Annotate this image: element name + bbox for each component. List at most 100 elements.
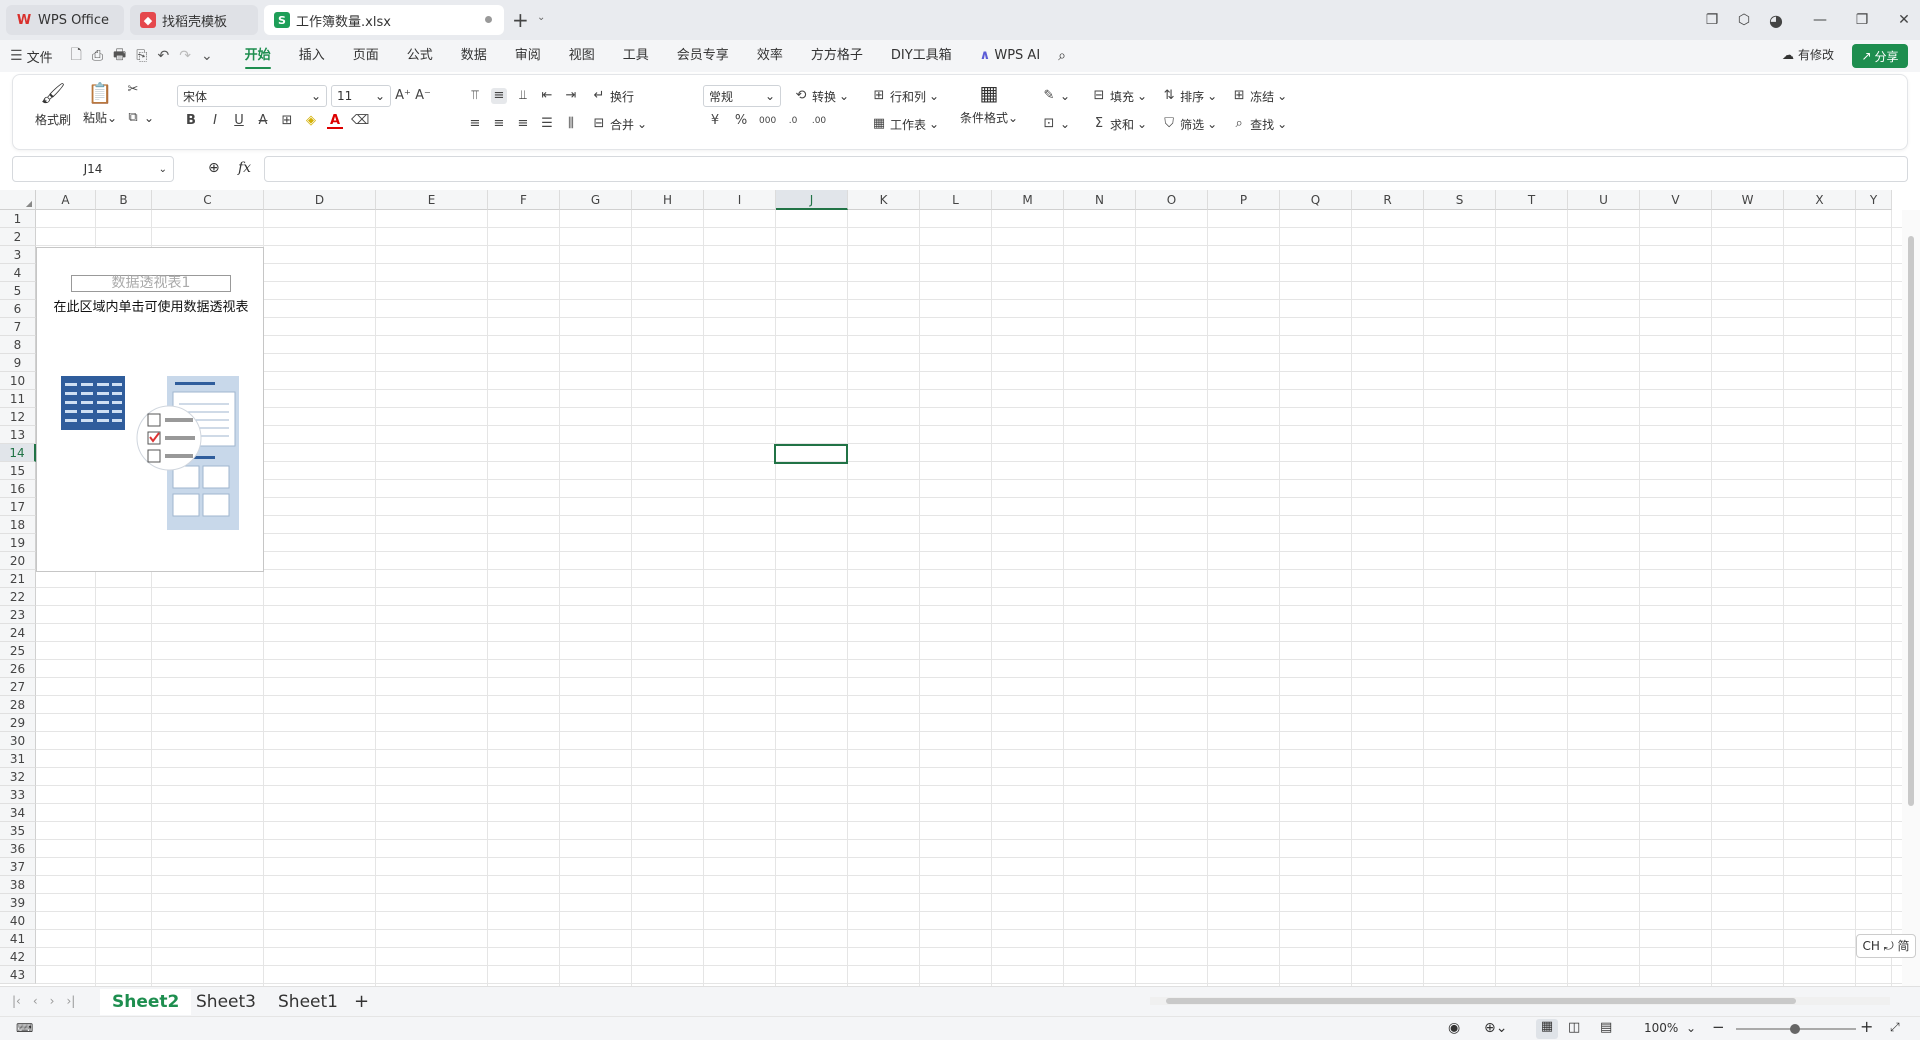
row-header-15[interactable]: 15 xyxy=(0,462,36,480)
zoom-in-icon[interactable]: + xyxy=(1860,1017,1873,1036)
cube-icon[interactable]: ⬡ xyxy=(1728,12,1760,28)
hamburger-icon[interactable]: ☰ xyxy=(10,48,23,64)
avatar[interactable]: ◕ xyxy=(1760,11,1792,30)
find-button[interactable]: ⌕ 查找 ⌄ xyxy=(1227,113,1291,135)
row-header-14[interactable]: 14 xyxy=(0,444,36,462)
row-header-33[interactable]: 33 xyxy=(0,786,36,804)
row-header-34[interactable]: 34 xyxy=(0,804,36,822)
column-header-e[interactable]: E xyxy=(376,190,488,210)
row-header-20[interactable]: 20 xyxy=(0,552,36,570)
spreadsheet-grid[interactable]: ◢ ABCDEFGHIJKLMNOPQRSTUVWXY 1 2 3 4 5 6 7 8 9 10 1… xyxy=(0,190,1920,986)
zoom-slider[interactable] xyxy=(1736,1024,1856,1034)
row-header-17[interactable]: 17 xyxy=(0,498,36,516)
tab-workbook[interactable]: S 工作簿数量.xlsx xyxy=(264,5,504,35)
column-header-a[interactable]: A xyxy=(36,190,96,210)
zoom-out-icon[interactable]: − xyxy=(1712,1018,1725,1036)
vertical-scroll-thumb[interactable] xyxy=(1908,236,1914,806)
tab-docer[interactable]: ◆ 找稻壳模板 xyxy=(130,5,258,35)
column-header-k[interactable]: K xyxy=(848,190,920,210)
cut-button[interactable]: ✂ xyxy=(121,79,145,101)
align-bottom-icon[interactable]: ⫫ xyxy=(515,88,531,104)
row-header-18[interactable]: 18 xyxy=(0,516,36,534)
underline-icon[interactable]: U xyxy=(231,113,247,129)
row-header-23[interactable]: 23 xyxy=(0,606,36,624)
fill-color-icon[interactable]: ◈ xyxy=(303,113,319,129)
indent-decrease-icon[interactable]: ⇤ xyxy=(539,88,555,104)
more-chevron-icon[interactable]: ⌄ xyxy=(201,48,213,64)
print-preview-icon[interactable]: ⎘ xyxy=(136,48,147,64)
row-header-39[interactable]: 39 xyxy=(0,894,36,912)
row-header-1[interactable]: 1 xyxy=(0,210,36,228)
clear-format-icon[interactable]: ⌫ xyxy=(351,113,369,129)
column-header-x[interactable]: X xyxy=(1784,190,1856,210)
menu-data[interactable]: 数据 xyxy=(447,40,501,72)
zoom-slider-thumb[interactable] xyxy=(1790,1024,1800,1034)
row-header-41[interactable]: 41 xyxy=(0,930,36,948)
sum-button[interactable]: Σ 求和 ⌄ xyxy=(1087,113,1151,135)
save-icon[interactable]: 🗋 xyxy=(71,44,82,68)
row-header-43[interactable]: 43 xyxy=(0,966,36,984)
column-header-b[interactable]: B xyxy=(96,190,152,210)
row-header-12[interactable]: 12 xyxy=(0,408,36,426)
row-header-25[interactable]: 25 xyxy=(0,642,36,660)
row-header-28[interactable]: 28 xyxy=(0,696,36,714)
align-right-icon[interactable]: ≡ xyxy=(515,116,531,132)
filter-button[interactable]: ⛉ 筛选 ⌄ xyxy=(1157,113,1221,135)
decrease-font-icon[interactable]: A⁻ xyxy=(415,88,431,104)
column-header-v[interactable]: V xyxy=(1640,190,1712,210)
selected-cell[interactable] xyxy=(774,444,848,464)
freeze-button[interactable]: ⊞ 冻结 ⌄ xyxy=(1227,85,1291,107)
justify-icon[interactable]: ☰ xyxy=(539,116,555,132)
row-header-42[interactable]: 42 xyxy=(0,948,36,966)
table-style-button[interactable]: ⊡ ⌄ xyxy=(1037,113,1074,135)
prev-sheet-icon[interactable]: ‹ xyxy=(33,994,38,1008)
page-layout-icon[interactable]: ◫ xyxy=(1568,1020,1580,1035)
column-header-y[interactable]: Y xyxy=(1856,190,1892,210)
row-header-6[interactable]: 6 xyxy=(0,300,36,318)
align-left-icon[interactable]: ≡ xyxy=(467,116,483,132)
row-header-24[interactable]: 24 xyxy=(0,624,36,642)
close-icon[interactable]: ✕ xyxy=(1888,12,1920,28)
increase-font-icon[interactable]: A⁺ xyxy=(395,88,411,104)
menu-review[interactable]: 审阅 xyxy=(501,40,555,72)
currency-icon[interactable]: ¥ xyxy=(707,113,723,129)
row-header-8[interactable]: 8 xyxy=(0,336,36,354)
decrease-decimal-icon[interactable]: .00 xyxy=(811,113,827,129)
row-header-11[interactable]: 11 xyxy=(0,390,36,408)
row-header-31[interactable]: 31 xyxy=(0,750,36,768)
menu-home[interactable]: 开始 xyxy=(231,40,285,72)
column-header-d[interactable]: D xyxy=(264,190,376,210)
strikethrough-icon[interactable]: A xyxy=(255,113,271,129)
select-all-corner[interactable]: ◢ xyxy=(0,190,36,210)
column-header-u[interactable]: U xyxy=(1568,190,1640,210)
column-header-s[interactable]: S xyxy=(1424,190,1496,210)
row-header-5[interactable]: 5 xyxy=(0,282,36,300)
row-header-4[interactable]: 4 xyxy=(0,264,36,282)
column-header-t[interactable]: T xyxy=(1496,190,1568,210)
percent-icon[interactable]: % xyxy=(733,113,749,129)
column-header-r[interactable]: R xyxy=(1352,190,1424,210)
row-header-32[interactable]: 32 xyxy=(0,768,36,786)
menu-member[interactable]: 会员专享 xyxy=(663,40,743,72)
tab-wps-office[interactable]: W WPS Office xyxy=(6,5,124,35)
macro-icon[interactable]: ⌨ xyxy=(16,1021,33,1035)
row-header-9[interactable]: 9 xyxy=(0,354,36,372)
row-header-13[interactable]: 13 xyxy=(0,426,36,444)
window-layout-icon[interactable]: ❐ xyxy=(1696,12,1728,28)
normal-view-icon[interactable]: ▦ xyxy=(1536,1019,1558,1039)
vertical-scrollbar[interactable] xyxy=(1902,210,1920,986)
row-header-38[interactable]: 38 xyxy=(0,876,36,894)
increase-decimal-icon[interactable]: .0 xyxy=(785,113,801,129)
row-header-7[interactable]: 7 xyxy=(0,318,36,336)
row-header-36[interactable]: 36 xyxy=(0,840,36,858)
row-col-button[interactable]: ⊞ 行和列 ⌄ xyxy=(867,85,943,107)
file-menu[interactable]: 文件 xyxy=(27,47,53,66)
fill-button[interactable]: ⊟ 填充 ⌄ xyxy=(1087,85,1151,107)
zoom-formula-icon[interactable]: ⊕ xyxy=(208,160,220,176)
pivot-table-placeholder[interactable]: 数据透视表1 在此区域内单击可使用数据透视表 xyxy=(36,247,264,572)
zoom-chevron-icon[interactable]: ⌄ xyxy=(1686,1021,1696,1035)
fullscreen-icon[interactable]: ⤢ xyxy=(1890,1020,1900,1035)
next-sheet-icon[interactable]: › xyxy=(50,994,55,1008)
column-header-m[interactable]: M xyxy=(992,190,1064,210)
tab-list-chevron-icon[interactable]: ⌄ xyxy=(537,12,545,23)
